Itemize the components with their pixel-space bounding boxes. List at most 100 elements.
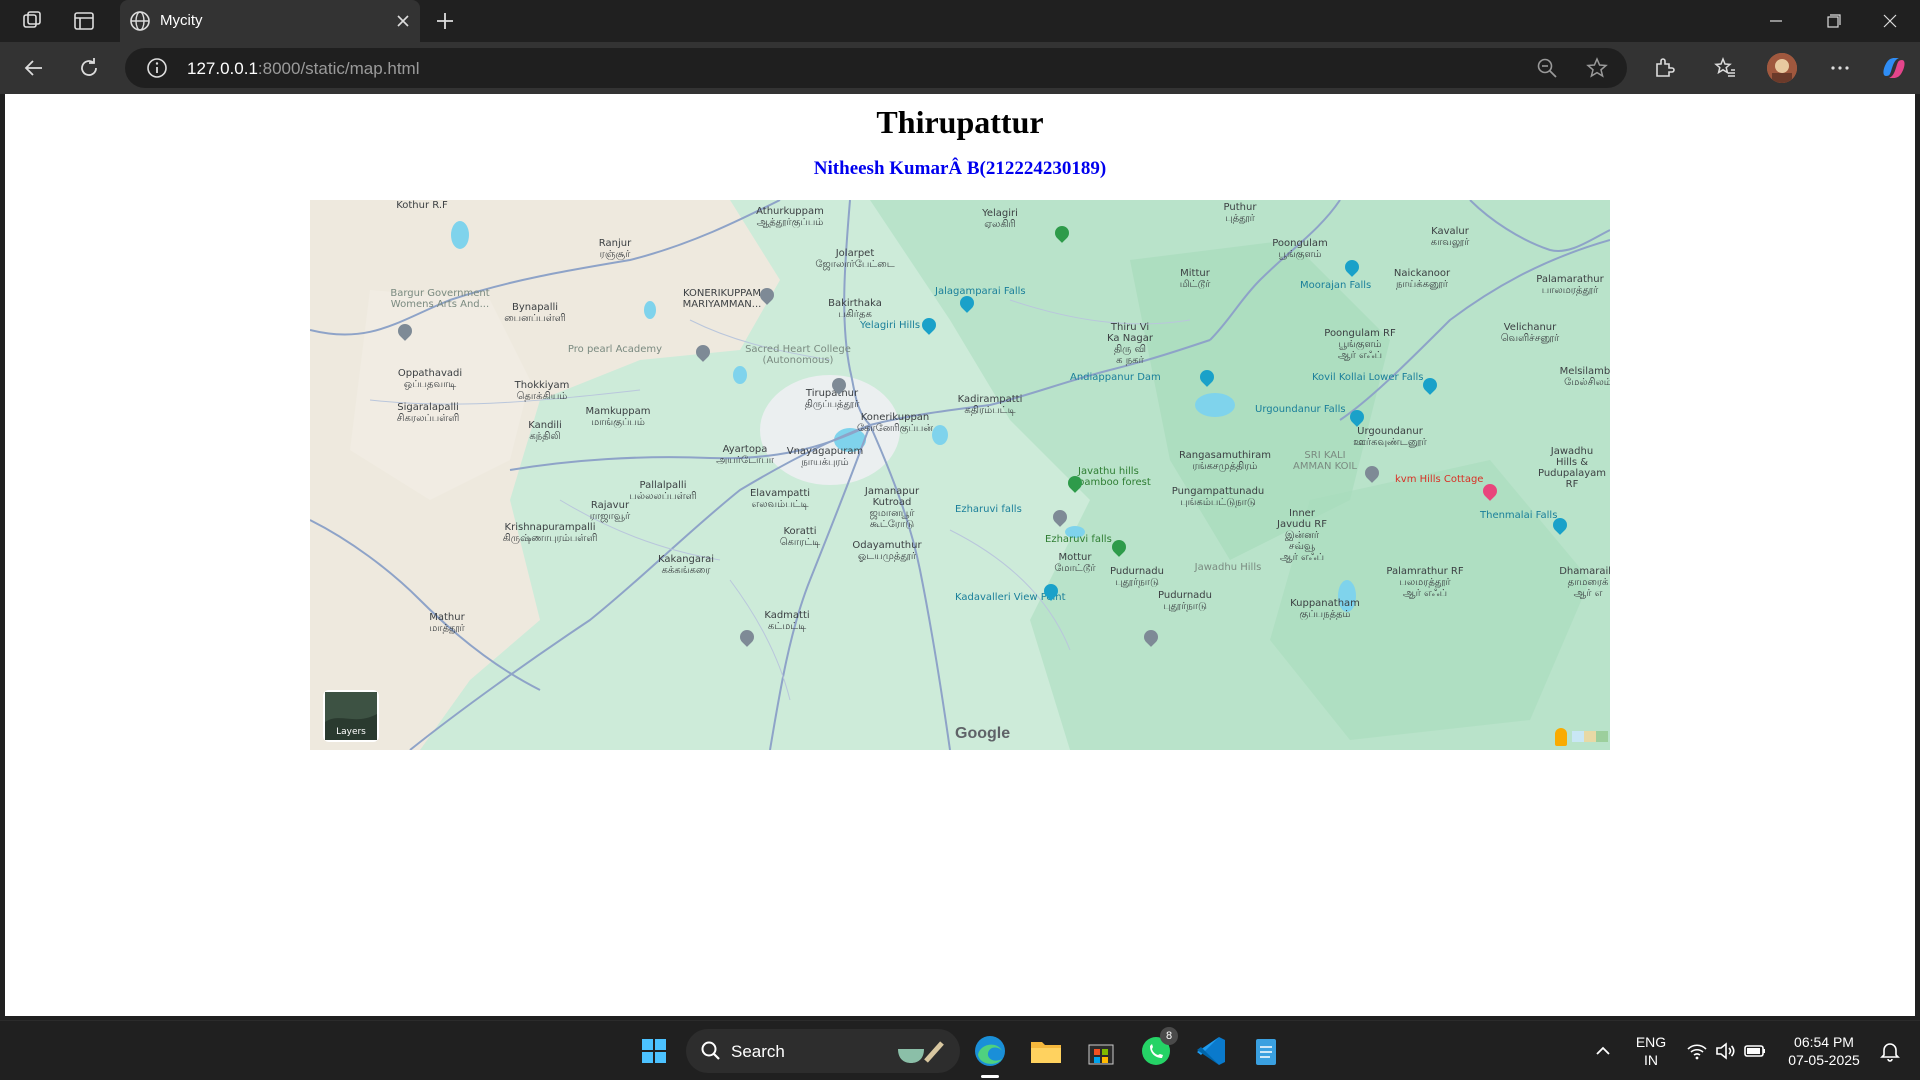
page-title: Thirupattur: [876, 104, 1044, 140]
map-label-kadirampatti: Kadirampatti கதிரம்பட்டி: [957, 394, 1023, 416]
map-embed[interactable]: Kothur R.F Athurkuppam ஆத்தூர்குப்பம் Ran…: [310, 200, 1610, 750]
refresh-icon[interactable]: [77, 56, 101, 80]
profile-avatar[interactable]: [1767, 53, 1797, 83]
map-label-konerikuppan: Konerikuppan கோனேரிகுப்பன்: [856, 412, 934, 434]
zoom-out-icon[interactable]: [1535, 56, 1559, 80]
map-label-bargur: Bargur Government Womens Arts And...: [390, 288, 490, 310]
vscode-icon[interactable]: [1191, 1031, 1231, 1071]
map-label-pro-pearl: Pro pearl Academy: [567, 344, 663, 355]
map-label-thiru-vi: Thiru Vi Ka Nagar திரு வி க நகர்: [1107, 322, 1153, 366]
map-label-kothur: Kothur R.F: [396, 200, 448, 211]
tab-actions-icon[interactable]: [72, 9, 96, 33]
page-viewport: Thirupattur Nitheesh KumarÂ B(2122242301…: [5, 94, 1915, 1016]
map-label-moorajan: Moorajan Falls: [1300, 280, 1372, 291]
map-label-koratti: Koratti கொரட்டி: [779, 526, 821, 548]
new-tab-icon[interactable]: [433, 9, 457, 33]
whatsapp-icon[interactable]: 8: [1136, 1027, 1178, 1071]
lang-top: ENG: [1635, 1034, 1667, 1050]
edge-browser-icon[interactable]: [970, 1031, 1010, 1078]
map-label-palamrathur-rf: Palamrathur RF பலமரத்தூர் ஆர் எஃப்: [1386, 566, 1464, 599]
copilot-icon[interactable]: [1880, 54, 1908, 82]
notification-bell-icon[interactable]: [1878, 1039, 1902, 1063]
search-label: Search: [731, 1042, 785, 1061]
taskbar: Search 8 ENG IN 06:54 PM 07-05-2025: [0, 1020, 1920, 1080]
map-label-yelagiri: Yelagiri ஏலகிரி: [982, 208, 1018, 230]
map-label-dhamaraikl: Dhamaraiklதாமரைக்ஆர் எ: [1559, 566, 1610, 599]
map-label-urgoundanur-falls: Urgoundanur Falls: [1255, 404, 1346, 415]
map-label-urgoundanur: Urgoundanur ஊர்கவுண்டனூர்: [1353, 426, 1427, 448]
notepad-icon[interactable]: [1246, 1031, 1286, 1071]
map-label-elavampatti: Elavampatti எலவம்பட்டி: [749, 488, 811, 510]
language-indicator[interactable]: ENG IN: [1628, 1033, 1674, 1069]
globe-icon: [128, 9, 152, 33]
map-label-thenmalai: Thenmalai Falls: [1480, 510, 1558, 521]
back-arrow-icon[interactable]: [22, 56, 46, 80]
address-bar[interactable]: 127.0.0.1:8000/static/map.html: [125, 48, 1627, 88]
map-label-yelagiri-hills: Yelagiri Hills: [860, 320, 921, 331]
map-label-ayartopa: Ayartopa அயர்டோபா: [716, 444, 774, 466]
close-window-button[interactable]: [1862, 0, 1918, 42]
chevron-up-icon[interactable]: [1591, 1039, 1615, 1063]
map-layers-button[interactable]: Layers: [323, 690, 379, 742]
map-label-melsilamba: Melsilambaமேல்சிலம்: [1559, 366, 1610, 388]
volume-icon[interactable]: [1713, 1039, 1737, 1063]
wifi-icon[interactable]: [1685, 1039, 1709, 1063]
url-path: :8000/static/map.html: [257, 59, 420, 78]
map-label-jamanapur: Jamanapur Kutroad ஜமானபூர் கூட்ரோடு: [864, 486, 920, 530]
map-label-rangasamuthiram: Rangasamuthiram ரங்கசமுத்திரம்: [1178, 450, 1272, 472]
map-label-vnayagapuram: Vnayagapuram நாயக்புரம்: [786, 446, 864, 468]
map-label-sri-kali: SRI KALI AMMAN KOIL: [1293, 450, 1357, 472]
map-label-palamarathur: Palamarathur பாலமரத்தூர்: [1536, 274, 1604, 296]
map-label-mathur: Mathur மாத்தூர்: [429, 612, 465, 634]
map-label-kadmatti: Kadmatti கட்மட்டி: [764, 610, 810, 632]
map-label-bynapalli: Bynapalli பைனப்பள்ளி: [504, 302, 566, 324]
clock[interactable]: 06:54 PM 07-05-2025: [1774, 1033, 1874, 1069]
browser-toolbar: 127.0.0.1:8000/static/map.html: [0, 42, 1920, 94]
clock-time: 06:54 PM: [1794, 1034, 1854, 1050]
site-info-icon[interactable]: [145, 56, 169, 80]
map-label-puthur: Puthur புத்தூர்: [1223, 202, 1257, 224]
map-label-konerikuppam-m: KONERIKUPPAM MARIYAMMAN...: [682, 288, 762, 310]
extensions-icon[interactable]: [1652, 56, 1676, 80]
map-label-krishnapurampalli: Krishnapurampalli கிருஷ்ணாபுரம்பள்ளி: [502, 522, 598, 544]
more-options-icon[interactable]: [1828, 56, 1852, 80]
favorite-star-icon[interactable]: [1585, 56, 1609, 80]
search-highlight-icon: [894, 1037, 950, 1065]
map-label-ezharuvi-falls2: Ezharuvi falls: [1045, 534, 1112, 545]
workspaces-icon[interactable]: [20, 9, 44, 33]
minimize-button[interactable]: [1748, 0, 1804, 42]
windows-start-icon[interactable]: [634, 1031, 674, 1071]
map-label-poongulam: Poongulam பூங்குளம்: [1272, 238, 1328, 260]
url-text: 127.0.0.1:8000/static/map.html: [187, 59, 419, 79]
search-icon: [699, 1039, 723, 1063]
tab-mycity[interactable]: Mycity: [120, 0, 420, 42]
google-logo-text: Google: [955, 725, 1011, 742]
favorites-icon[interactable]: [1713, 56, 1737, 80]
pegman-icon[interactable]: [1555, 728, 1567, 746]
file-explorer-icon[interactable]: [1026, 1031, 1066, 1071]
whatsapp-badge: 8: [1160, 1027, 1178, 1045]
map-label-oppathavadi: Oppathavadi ஒப்பதவாடி: [397, 368, 463, 390]
google-logo: Google: [955, 725, 1010, 743]
page-subtitle: Nitheesh KumarÂ B(212224230189): [813, 158, 1107, 179]
close-tab-icon[interactable]: [394, 12, 412, 30]
map-label-jalagamparai: Jalagamparai Falls: [935, 286, 1026, 297]
map-label-kavalur: Kavalur காவலூர்: [1430, 226, 1470, 248]
map-label-mamkuppam: Mamkuppam மாங்குப்பம்: [585, 406, 651, 428]
map-label-sigaralapalli: Sigaralapalli சிகரலப்பள்ளி: [396, 402, 460, 424]
lang-bottom: IN: [1644, 1052, 1658, 1068]
map-label-andiappanur: Andiappanur Dam: [1070, 372, 1161, 383]
map-label-sacred-heart: Sacred Heart College (Autonomous): [745, 344, 851, 366]
map-label-kvm-hills: kvm Hills Cottage: [1395, 474, 1484, 485]
map-label-pallalpalli: Pallalpalli பல்லலப்பள்ளி: [629, 480, 697, 502]
map-label-ezharuvi-falls: Ezharuvi falls: [955, 504, 1022, 515]
layers-label: Layers: [336, 727, 366, 737]
battery-icon[interactable]: [1743, 1039, 1767, 1063]
map-label-mittur: Mittur மிட்டூர்: [1179, 268, 1211, 290]
microsoft-store-icon[interactable]: [1081, 1031, 1121, 1071]
map-type-thumbnails[interactable]: [1572, 731, 1608, 742]
map-label-thokkiyam: Thokkiyam தொக்கியம்: [514, 380, 570, 402]
restore-button[interactable]: [1805, 0, 1861, 42]
map-label-jawadhu-hills: Jawadhu Hills: [1194, 562, 1262, 573]
taskbar-search[interactable]: Search: [686, 1029, 960, 1073]
